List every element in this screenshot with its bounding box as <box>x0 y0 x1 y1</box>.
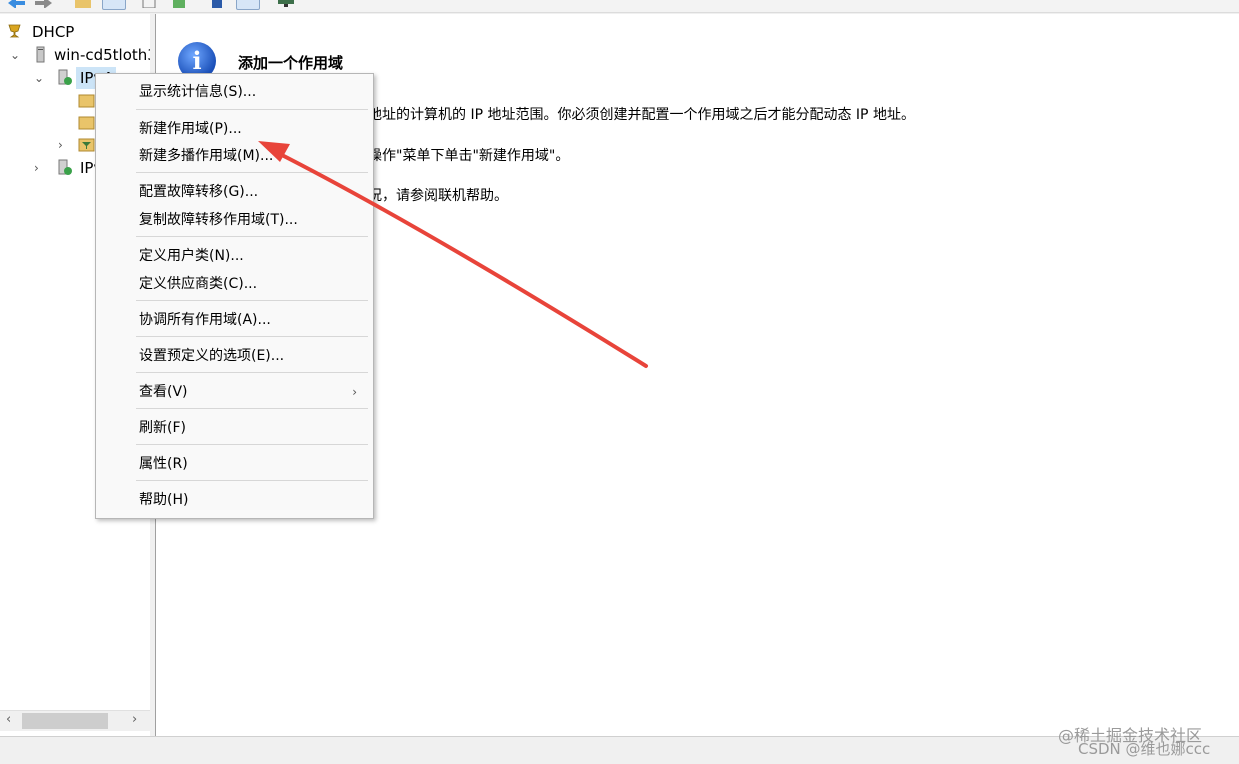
scroll-right-icon[interactable]: › <box>132 712 137 727</box>
chevron-down-icon[interactable]: ⌄ <box>34 67 44 89</box>
menu-separator <box>136 336 368 337</box>
chevron-down-icon[interactable]: ⌄ <box>10 44 20 66</box>
menu-separator <box>136 300 368 301</box>
menu-item-refresh[interactable]: 刷新(F) <box>96 415 373 441</box>
menu-separator <box>136 372 368 373</box>
menu-separator <box>136 444 368 445</box>
watermark-csdn: CSDN @维也娜ccc <box>1078 740 1211 758</box>
options-icon <box>78 114 95 131</box>
menu-separator <box>136 109 368 110</box>
content-title: 添加一个作用域 <box>238 54 344 72</box>
refresh-icon[interactable] <box>170 0 188 8</box>
forward-arrow-icon[interactable] <box>34 0 54 9</box>
menu-item-view[interactable]: 查看(V) › <box>96 379 373 405</box>
context-menu: 显示统计信息(S)... 新建作用域(P)... 新建多播作用域(M)... 配… <box>95 73 374 519</box>
menu-item-reconcile-all-scopes[interactable]: 协调所有作用域(A)... <box>96 307 373 333</box>
help-icon[interactable] <box>208 0 226 8</box>
menu-separator <box>136 480 368 481</box>
ipv4-server-icon <box>56 69 73 86</box>
menu-item-show-statistics[interactable]: 显示统计信息(S)... <box>96 79 373 105</box>
menu-item-configure-failover[interactable]: 配置故障转移(G)... <box>96 179 373 205</box>
menu-item-new-multicast-scope[interactable]: 新建多播作用域(M)... <box>96 143 373 169</box>
content-description: 地址的计算机的 IP 地址范围。你必须创建并配置一个作用域之后才能分配动态 IP… <box>368 107 915 123</box>
menu-item-new-scope[interactable]: 新建作用域(P)... <box>96 116 373 142</box>
menu-separator <box>136 172 368 173</box>
status-bar <box>0 736 1239 764</box>
chevron-right-icon[interactable]: › <box>58 134 63 156</box>
menu-item-help[interactable]: 帮助(H) <box>96 487 373 513</box>
toolbar <box>0 0 1239 13</box>
ipv6-server-icon <box>56 159 73 176</box>
filter-icon <box>78 136 95 153</box>
show-tree-icon[interactable] <box>102 0 126 10</box>
tree-horizontal-scrollbar[interactable]: ‹ › <box>0 710 150 731</box>
scroll-left-icon[interactable]: ‹ <box>6 712 11 727</box>
monitor-icon[interactable] <box>276 0 296 8</box>
mmc-window: DHCP ⌄ win-cd5tloth3 ⌄ IPv4 <box>0 0 1239 764</box>
menu-item-replicate-failover-scopes[interactable]: 复制故障转移作用域(T)... <box>96 207 373 233</box>
menu-item-set-predefined-options[interactable]: 设置预定义的选项(E)... <box>96 343 373 369</box>
menu-item-define-user-classes[interactable]: 定义用户类(N)... <box>96 243 373 269</box>
menu-item-define-vendor-classes[interactable]: 定义供应商类(C)... <box>96 271 373 297</box>
menu-item-properties[interactable]: 属性(R) <box>96 451 373 477</box>
content-help-note: 况，请参阅联机帮助。 <box>368 188 508 204</box>
scrollbar-thumb[interactable] <box>22 713 108 729</box>
server-icon <box>32 46 49 63</box>
show-action-pane-icon[interactable] <box>236 0 260 10</box>
chevron-right-icon[interactable]: › <box>34 157 39 179</box>
chevron-right-icon: › <box>352 385 357 399</box>
menu-separator <box>136 408 368 409</box>
dhcp-icon <box>6 23 23 40</box>
folder-icon <box>78 92 95 109</box>
copy-icon[interactable] <box>140 0 158 9</box>
menu-separator <box>136 236 368 237</box>
content-instruction: 操作"菜单下单击"新建作用域"。 <box>368 148 570 164</box>
folder-icon[interactable] <box>74 0 92 8</box>
back-arrow-icon[interactable] <box>6 0 26 9</box>
